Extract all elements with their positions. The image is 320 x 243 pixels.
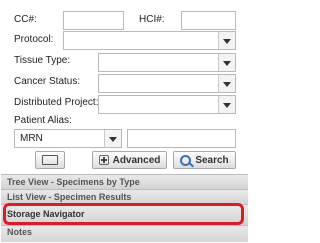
search-icon (180, 154, 192, 166)
hci-label: HCI#: (139, 14, 165, 25)
cancer-status-dropdown[interactable] (98, 74, 236, 93)
tree-view-label: Tree View - Specimens by Type (7, 177, 140, 187)
tree-view-tab[interactable]: Tree View - Specimens by Type (1, 174, 248, 189)
hci-input[interactable] (181, 11, 236, 30)
protocol-dropdown[interactable] (63, 31, 236, 50)
protocol-label: Protocol: (14, 34, 54, 45)
search-panel: CC#: HCI#: Protocol: Tissue Type: Cancer… (0, 0, 249, 243)
distributed-project-dropdown[interactable] (98, 95, 236, 114)
search-button[interactable]: Search (173, 151, 236, 169)
list-view-label: List View - Specimen Results (7, 192, 132, 202)
card-icon (42, 155, 58, 165)
chevron-down-icon[interactable] (218, 32, 235, 49)
cancer-status-label: Cancer Status: (14, 76, 81, 87)
tissue-type-label: Tissue Type: (14, 55, 71, 66)
alias-type-dropdown[interactable]: MRN (14, 129, 122, 148)
notes-label: Notes (7, 227, 33, 237)
tissue-type-dropdown[interactable] (98, 53, 236, 72)
advanced-button-label: Advanced (112, 154, 161, 166)
chevron-down-icon[interactable] (218, 96, 235, 113)
distributed-project-label: Distributed Project: (14, 97, 99, 108)
patient-alias-label: Patient Alias: (14, 115, 72, 126)
clear-button[interactable] (35, 151, 65, 169)
plus-icon (98, 155, 109, 165)
patient-alias-input[interactable] (127, 129, 236, 148)
cc-label: CC#: (14, 14, 37, 25)
chevron-down-icon[interactable] (104, 130, 121, 147)
chevron-down-icon[interactable] (218, 75, 235, 92)
storage-navigator-highlight (3, 203, 244, 225)
search-button-label: Search (195, 154, 229, 166)
alias-type-value: MRN (20, 133, 43, 144)
chevron-down-icon[interactable] (218, 54, 235, 71)
notes-tab[interactable]: Notes (1, 225, 248, 242)
cc-input[interactable] (63, 11, 124, 30)
advanced-button[interactable]: Advanced (92, 151, 167, 169)
list-view-tab[interactable]: List View - Specimen Results (1, 189, 248, 204)
